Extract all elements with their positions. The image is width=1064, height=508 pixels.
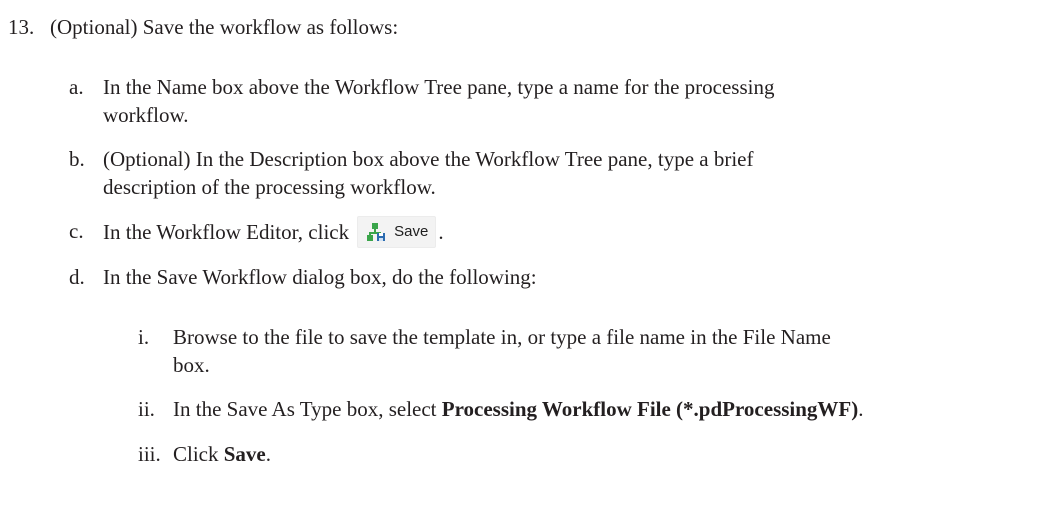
step-number: 13. [8,15,35,39]
item-ii-line: In the Save As Type box, select Processi… [173,396,864,422]
substep-a-line2: workflow. [103,103,189,127]
substep-d-text: In the Save Workflow dialog box, do the … [103,265,537,289]
item-iii-roman: iii. [138,442,161,466]
item-i-roman: i. [138,325,150,349]
item-i-line1: Browse to the file to save the template … [173,325,831,349]
item-ii-filetype: Processing Workflow File (*.pdProcessing… [441,397,859,421]
substep-b-line1: (Optional) In the Description box above … [103,147,754,171]
substep-d-letter: d. [69,265,85,289]
item-ii-period: . [858,397,864,421]
substep-b-line2: description of the processing workflow. [103,175,436,199]
item-iii-text: Click [173,442,224,466]
item-ii-text: In the Save As Type box, select [173,397,442,421]
step-text: (Optional) Save the workflow as follows: [50,15,399,39]
save-workflow-icon [367,223,386,241]
substep-c-text: In the Workflow Editor, click [103,219,350,244]
item-i-line2: box. [173,353,210,377]
substep-c-period: . [438,219,444,244]
procedure-step: 13. (Optional) Save the workflow as foll… [0,0,1064,508]
save-button-label: Save [394,223,429,240]
substep-a-line1: In the Name box above the Workflow Tree … [103,75,775,99]
substep-b-letter: b. [69,147,85,171]
substep-c-letter: c. [69,219,84,243]
substep-c-line: In the Workflow Editor, click Save. [103,216,444,250]
item-iii-period: . [265,442,271,466]
item-iii-save: Save [223,442,266,466]
substep-a-letter: a. [69,75,84,99]
save-button[interactable]: Save [357,216,437,248]
item-iii-line: Click Save. [173,441,271,467]
item-ii-roman: ii. [138,397,155,421]
